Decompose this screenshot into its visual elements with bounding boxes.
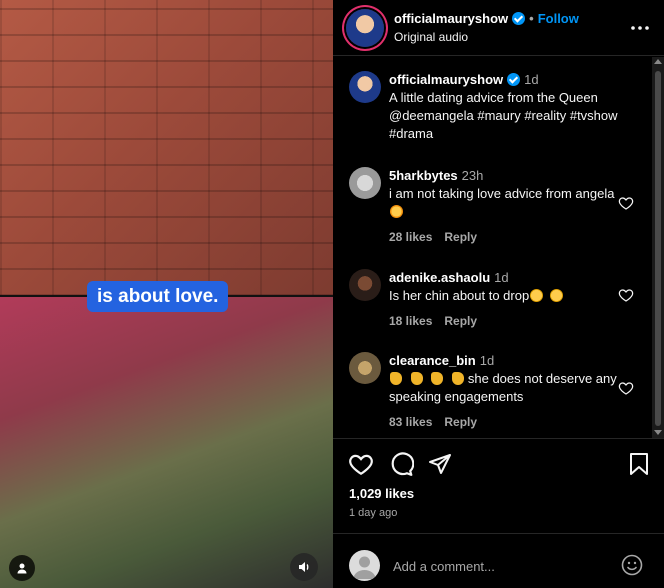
user-icon [353,556,376,579]
comment-text: Is her chin about to drop [389,288,530,303]
verified-badge-icon [512,12,526,25]
more-icon [631,26,649,30]
post-time-ago[interactable]: 1 day ago [349,507,397,519]
comment-likes[interactable]: 28 likes [389,230,432,244]
post-actions [333,450,664,480]
save-button[interactable] [625,450,653,478]
more-options-button[interactable] [630,18,650,38]
reel-media[interactable]: is about love. [0,0,333,588]
caption-username[interactable]: officialmauryshow [389,72,503,87]
commenter-avatar[interactable] [349,269,381,301]
laughing-face-emoji-icon [530,289,544,302]
heart-icon [349,454,373,476]
scrollbar-thumb[interactable] [655,71,661,426]
author-avatar[interactable] [349,71,381,103]
add-comment-input[interactable] [393,557,613,575]
reply-button[interactable]: Reply [444,415,477,429]
share-icon [429,454,451,474]
comment-text: she does not deserve any speaking engage… [389,371,617,404]
comment-username[interactable]: clearance_bin [389,353,476,368]
post-caption-text: A little dating advice from the Queen @d… [389,90,618,141]
author-avatar[interactable] [346,9,384,47]
emoji-icon [621,554,643,576]
thumbs-down-emoji-icon [390,372,402,385]
comment-text: i am not taking love advice from angela [389,186,615,201]
video-caption: is about love. [87,281,229,312]
bookmark-icon [630,453,648,475]
divider [333,438,664,439]
laughing-face-emoji-icon [550,289,564,302]
like-button[interactable] [347,450,375,478]
verified-badge-icon [507,73,521,86]
like-comment-heart-icon[interactable] [618,287,634,303]
caption-time: 1d [524,72,539,87]
divider [333,533,664,534]
comment-time: 23h [461,168,484,183]
audio-toggle-button[interactable] [290,553,318,581]
thumbs-down-emoji-icon [451,372,464,385]
commenter-avatar[interactable] [349,352,381,384]
separator-dot: • [529,11,534,26]
post-header: officialmauryshow • Follow Original audio [333,0,664,56]
scroll-up-arrow-icon[interactable] [654,59,662,64]
tagged-users-button[interactable] [9,555,35,581]
speaker-icon [299,562,309,572]
comment-likes[interactable]: 83 likes [389,415,432,429]
comment-time: 1d [479,353,495,368]
user-icon [17,563,27,574]
share-button[interactable] [426,450,454,478]
video-frame-bottom [0,296,333,588]
reply-button[interactable]: Reply [444,230,477,244]
post-details-panel: officialmauryshow • Follow Original audio … [333,0,664,588]
like-comment-heart-icon[interactable] [618,195,634,211]
commenter-avatar[interactable] [349,167,381,199]
scroll-down-arrow-icon[interactable] [654,430,662,435]
author-username[interactable]: officialmauryshow [394,11,508,26]
comment-button[interactable] [387,450,415,478]
likes-count[interactable]: 1,029 likes [349,486,414,501]
comment-username[interactable]: 5harkbytes [389,168,458,183]
like-comment-heart-icon[interactable] [618,380,634,396]
thumbs-down-emoji-icon [410,372,423,385]
crying-face-emoji-icon [390,205,403,218]
comment-icon [391,452,414,476]
follow-button[interactable]: Follow [538,11,579,26]
reply-button[interactable]: Reply [444,314,477,328]
thumbs-down-emoji-icon [431,372,444,385]
emoji-picker-button[interactable] [620,553,644,577]
comments-list[interactable]: officialmauryshow 1d A little dating advi… [333,57,664,438]
video-frame-top [0,0,333,296]
comment-time: 1d [494,270,509,285]
comment-username[interactable]: adenike.ashaolu [389,270,490,285]
comment-likes[interactable]: 18 likes [389,314,432,328]
current-user-avatar [349,550,380,581]
audio-label[interactable]: Original audio [394,30,468,44]
comments-scrollbar[interactable] [652,57,664,438]
